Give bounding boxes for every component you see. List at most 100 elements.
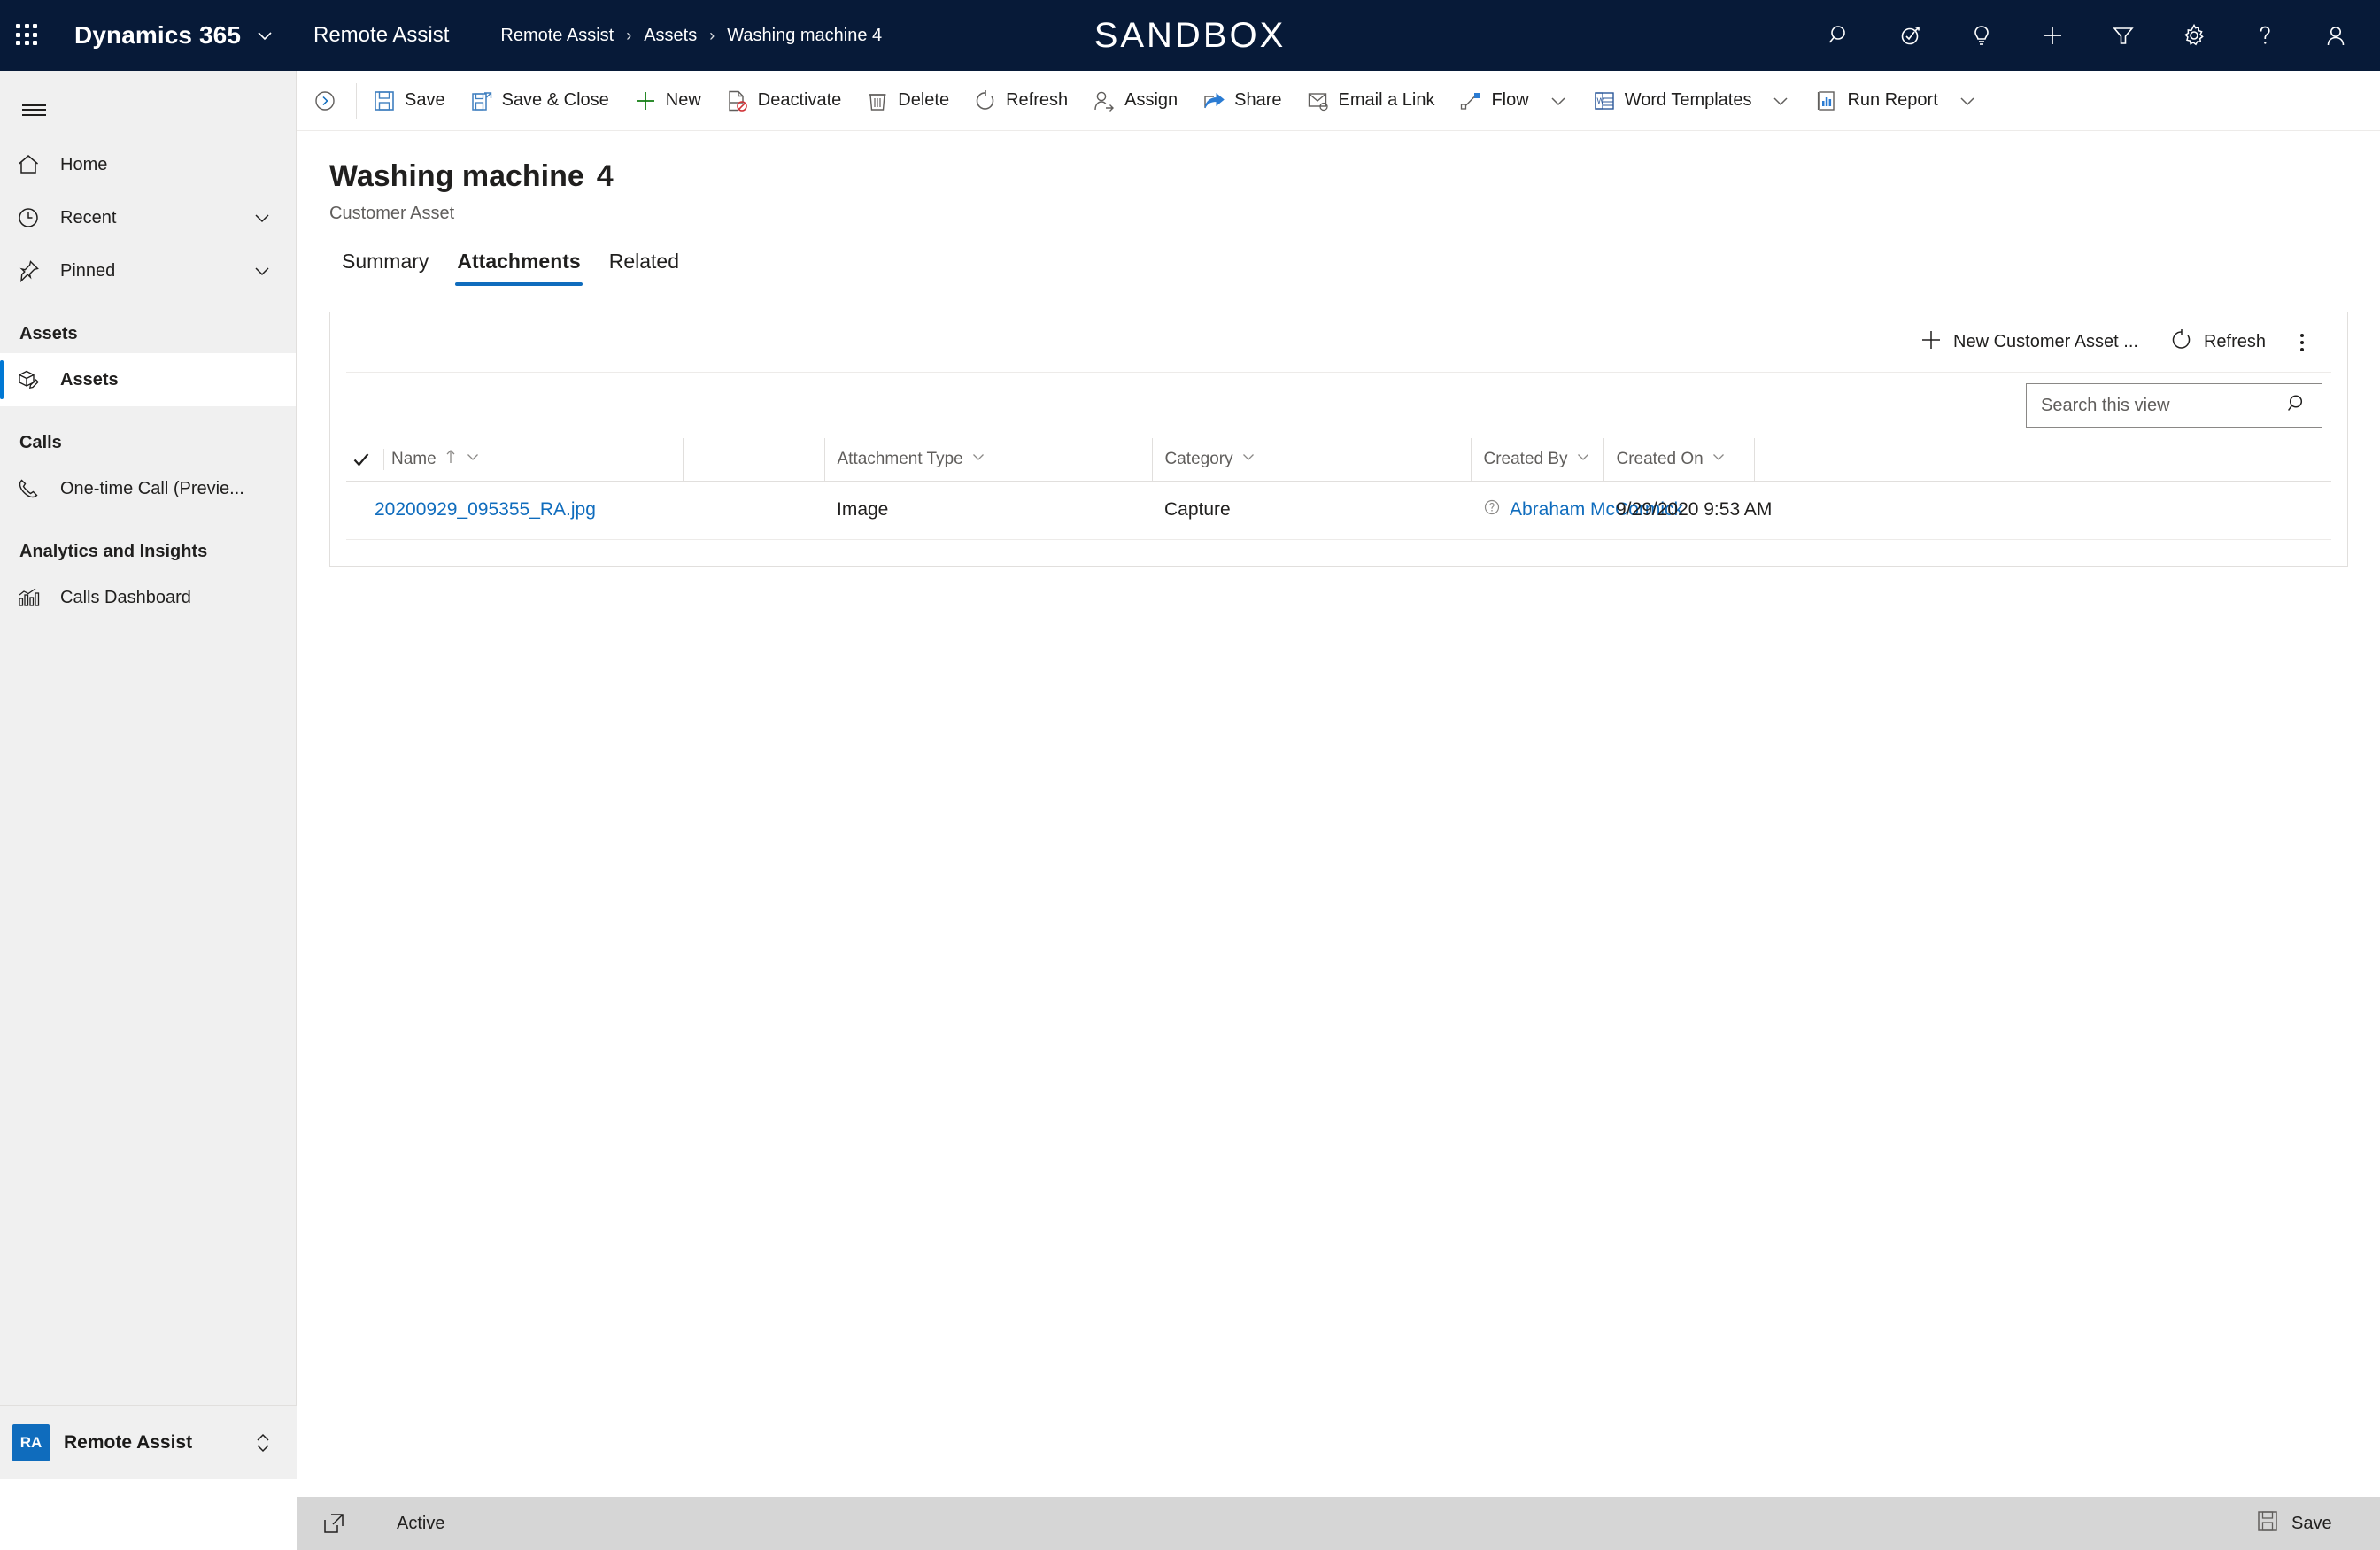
plus-icon xyxy=(634,89,657,112)
footer-save-button[interactable]: Save xyxy=(2256,1509,2380,1538)
run-report-button[interactable]: Run Report xyxy=(1803,71,1989,131)
chevron-down-icon[interactable] xyxy=(1958,91,1977,111)
deactivate-icon xyxy=(726,89,749,112)
filter-icon[interactable] xyxy=(2088,0,2159,71)
command-label: Delete xyxy=(898,90,950,110)
new-customer-asset-attachment-button[interactable]: New Customer Asset ... xyxy=(1904,321,2154,364)
status-footer: Active Save xyxy=(298,1497,2380,1550)
chevron-down-icon[interactable] xyxy=(1549,91,1568,111)
new-button[interactable]: New xyxy=(622,71,714,131)
word-templates-button[interactable]: W Word Templates xyxy=(1580,71,1804,131)
chevron-down-icon[interactable] xyxy=(465,449,481,470)
grid-column-created-on[interactable]: Created On xyxy=(1603,438,1754,482)
assign-person-icon xyxy=(1093,89,1116,112)
chevron-down-icon[interactable] xyxy=(970,449,986,470)
cell-spacer xyxy=(683,481,824,540)
chevron-down-icon[interactable] xyxy=(1575,449,1591,470)
cell-name[interactable]: 20200929_095355_RA.jpg xyxy=(346,481,683,540)
search-icon[interactable] xyxy=(1804,0,1875,71)
cell-created-on: 9/29/2020 9:53 AM xyxy=(1603,481,1772,540)
grid-column-spacer xyxy=(682,438,824,482)
table-row[interactable]: 20200929_095355_RA.jpg Image Capture Abr… xyxy=(346,481,2331,540)
asset-box-icon xyxy=(16,367,53,392)
grid-column-category[interactable]: Category xyxy=(1151,438,1471,482)
flow-button[interactable]: Flow xyxy=(1447,71,1580,131)
command-label: Share xyxy=(1234,90,1282,110)
chevron-down-icon[interactable] xyxy=(251,207,273,228)
breadcrumb-item-1[interactable]: Assets xyxy=(644,26,697,46)
sidebar-item-assets[interactable]: Assets xyxy=(0,353,296,406)
grid-header-row: Name Attachment Type Category Created By… xyxy=(346,438,2331,482)
tab-summary[interactable]: Summary xyxy=(328,239,443,286)
sidebar-item-home[interactable]: Home xyxy=(0,138,296,191)
email-a-link-button[interactable]: Email a Link xyxy=(1294,71,1448,131)
save-button[interactable]: Save xyxy=(360,71,458,131)
sidebar-item-label: Recent xyxy=(60,207,117,227)
attachments-subgrid-panel: New Customer Asset ... Refresh Search th… xyxy=(329,312,2348,567)
chevron-down-icon[interactable] xyxy=(1240,449,1256,470)
deactivate-button[interactable]: Deactivate xyxy=(714,71,854,131)
sidebar-item-calls-dashboard[interactable]: Calls Dashboard xyxy=(0,571,296,624)
app-switcher-footer[interactable]: RA Remote Assist xyxy=(0,1405,297,1479)
command-label: Word Templates xyxy=(1624,90,1752,110)
avatar: RA xyxy=(12,1423,50,1461)
help-question-icon[interactable] xyxy=(2229,0,2300,71)
grid-column-created-by[interactable]: Created By xyxy=(1470,438,1603,482)
subgrid-refresh-button[interactable]: Refresh xyxy=(2154,321,2282,364)
hamburger-menu-icon[interactable] xyxy=(5,81,62,138)
search-input[interactable] xyxy=(2041,395,2286,416)
grid-column-label: Created On xyxy=(1616,449,1704,468)
sidebar-item-pinned[interactable]: Pinned xyxy=(0,244,296,297)
share-button[interactable]: Share xyxy=(1190,71,1294,131)
command-label: Refresh xyxy=(1006,90,1069,110)
pop-out-icon[interactable] xyxy=(322,1512,345,1535)
save-and-close-button[interactable]: Save & Close xyxy=(458,71,622,131)
diagnostics-icon[interactable] xyxy=(1875,0,1946,71)
lightbulb-icon[interactable] xyxy=(1946,0,2017,71)
checkmark-icon[interactable] xyxy=(346,450,376,469)
breadcrumb: Remote Assist › Assets › Washing machine… xyxy=(500,26,882,46)
app-name-label[interactable]: Remote Assist xyxy=(313,23,449,48)
save-and-close-icon xyxy=(470,89,493,112)
assign-button[interactable]: Assign xyxy=(1080,71,1190,131)
attachments-grid: Name Attachment Type Category Created By… xyxy=(346,438,2331,540)
refresh-button[interactable]: Refresh xyxy=(962,71,1080,131)
command-label: Flow xyxy=(1491,90,1529,110)
sidebar-item-one-time-call[interactable]: One-time Call (Previe... xyxy=(0,462,296,515)
chevron-down-icon[interactable] xyxy=(1771,91,1790,111)
attachment-name-link[interactable]: 20200929_095355_RA.jpg xyxy=(375,499,596,520)
page-title: Washing machine 4 xyxy=(329,159,614,194)
brand-dynamics-365[interactable]: Dynamics 365 xyxy=(74,21,241,50)
subgrid-refresh-label: Refresh xyxy=(2203,332,2266,351)
cell-created-by[interactable]: Abraham McCormick xyxy=(1471,481,1683,540)
command-label: Deactivate xyxy=(757,90,842,110)
chevron-down-icon[interactable] xyxy=(251,260,273,281)
app-switcher-label: Remote Assist xyxy=(64,1431,193,1453)
tab-related[interactable]: Related xyxy=(595,239,693,286)
command-label: New xyxy=(665,90,701,110)
breadcrumb-item-0[interactable]: Remote Assist xyxy=(500,26,614,46)
more-vertical-icon[interactable] xyxy=(2282,321,2322,364)
chevron-down-icon[interactable] xyxy=(255,26,274,45)
tab-attachments[interactable]: Attachments xyxy=(443,239,594,286)
app-launcher-icon xyxy=(16,24,39,47)
delete-button[interactable]: Delete xyxy=(854,71,962,131)
search-icon[interactable] xyxy=(2286,392,2309,420)
quick-create-plus-icon[interactable] xyxy=(2017,0,2088,71)
pin-icon xyxy=(16,258,53,283)
chevron-up-down-icon[interactable] xyxy=(252,1430,274,1456)
gear-icon[interactable] xyxy=(2159,0,2229,71)
chevron-down-icon[interactable] xyxy=(1711,449,1727,470)
subgrid-toolbar: New Customer Asset ... Refresh xyxy=(346,312,2331,373)
search-input-wrapper[interactable] xyxy=(2026,383,2322,428)
plus-icon xyxy=(1920,328,1943,357)
grid-column-name[interactable]: Name xyxy=(346,438,683,482)
chevron-right-circle-icon[interactable] xyxy=(298,71,352,131)
top-navigation-bar: Dynamics 365 Remote Assist Remote Assist… xyxy=(0,0,2380,71)
grid-column-attachment-type[interactable]: Attachment Type xyxy=(823,438,1152,482)
sidebar-item-label: Home xyxy=(60,154,108,174)
app-launcher-button[interactable] xyxy=(0,0,55,71)
breadcrumb-item-2: Washing machine 4 xyxy=(727,25,883,45)
user-account-icon[interactable] xyxy=(2300,0,2371,71)
sidebar-item-recent[interactable]: Recent xyxy=(0,191,296,244)
